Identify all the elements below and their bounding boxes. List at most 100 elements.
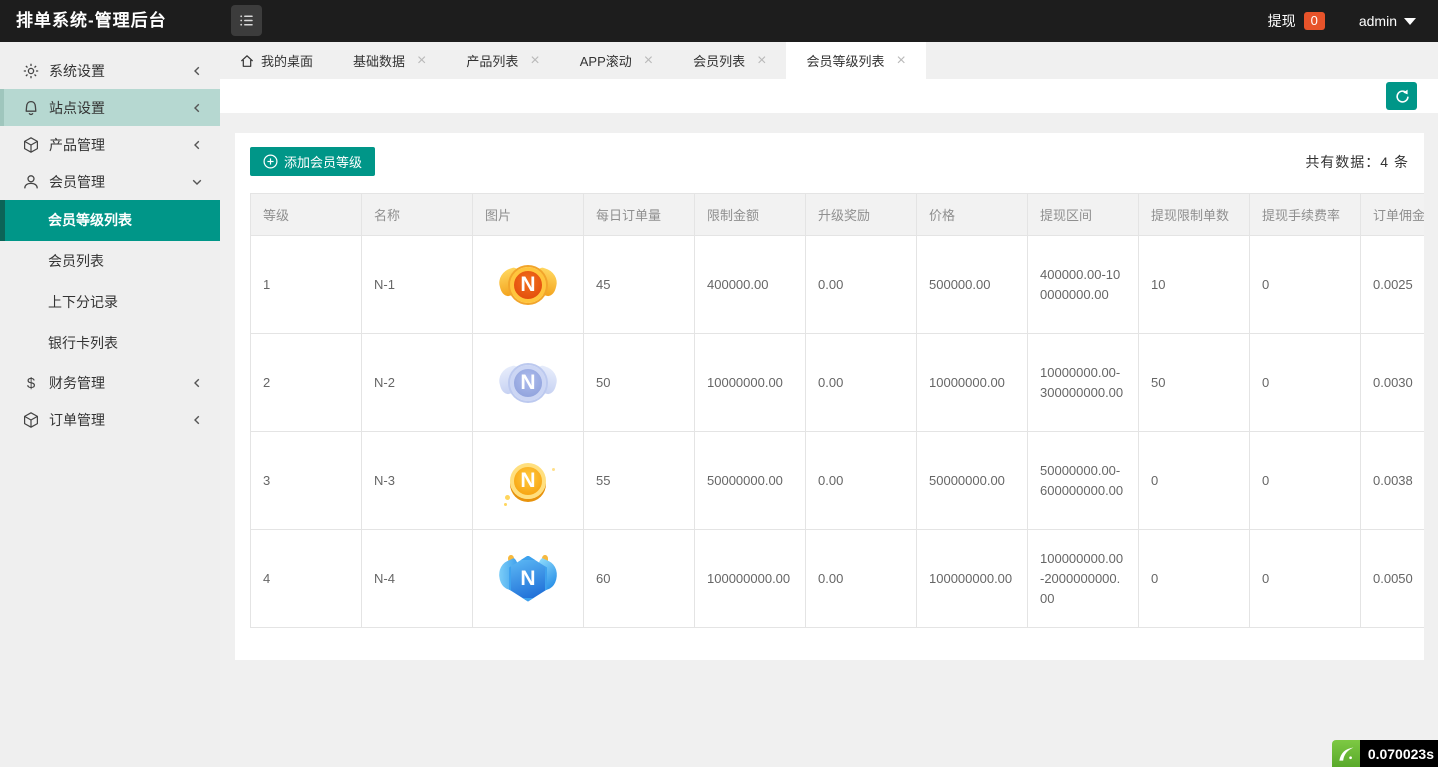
svg-text:$: $ [27,375,36,392]
add-member-level-label: 添加会员等级 [284,152,362,171]
cell-价格: 10000000.00 [917,334,1028,432]
cell-价格: 500000.00 [917,236,1028,334]
cell-提现限制单数: 0 [1139,530,1250,628]
chevron-down-icon [190,175,204,189]
cell-图片: N [473,334,584,432]
chevron-left-icon [190,138,204,152]
refresh-button[interactable] [1386,82,1417,110]
cell-限制金额: 100000000.00 [695,530,806,628]
badge-letter: N [510,365,546,401]
top-bar: 排单系统-管理后台 提现 0 admin [0,0,1438,42]
column-header-每日订单量: 每日订单量 [584,194,695,236]
cell-升级奖励: 0.00 [806,530,917,628]
card-header: 添加会员等级 共有数据：4 条 [235,133,1424,176]
level-badge-image: N [499,552,557,606]
debug-trace-bar: 0.070023s [1332,740,1438,767]
cell-价格: 50000000.00 [917,432,1028,530]
column-header-名称: 名称 [362,194,473,236]
sidebar-item-产品管理[interactable]: 产品管理 [0,126,220,163]
topbar-right: 提现 0 admin [1268,0,1416,42]
cell-提现手续费率: 0 [1250,432,1361,530]
column-header-订单佣金: 订单佣金 [1361,194,1425,236]
close-icon[interactable]: × [644,53,653,69]
sidebar-item-财务管理[interactable]: $财务管理 [0,364,220,401]
chevron-left-icon [190,101,204,115]
user-icon [22,173,40,191]
level-badge-image: N [499,258,557,312]
sidebar-item-站点设置[interactable]: 站点设置 [0,89,220,126]
member-level-table: 等级名称图片每日订单量限制金额升级奖励价格提现区间提现限制单数提现手续费率订单佣… [250,193,1424,628]
content-card: 添加会员等级 共有数据：4 条 等级名称图片每日订单量限制金额升级奖励价格提现区… [235,133,1424,660]
user-menu[interactable]: admin [1359,13,1397,29]
cell-提现限制单数: 50 [1139,334,1250,432]
cell-等级: 2 [251,334,362,432]
withdraw-count-badge[interactable]: 0 [1304,12,1325,30]
badge-letter: N [510,267,546,303]
withdraw-link[interactable]: 提现 [1268,11,1296,31]
sidebar-item-会员管理[interactable]: 会员管理 [0,163,220,200]
cell-限制金额: 50000000.00 [695,432,806,530]
add-member-level-button[interactable]: 添加会员等级 [250,147,375,176]
page-load-time: 0.070023s [1360,740,1438,767]
sidebar-item-label: 订单管理 [49,410,190,430]
tab-会员等级列表[interactable]: 会员等级列表 × [786,42,925,79]
tab-APP滚动[interactable]: APP滚动× [560,42,673,79]
tab-label: 会员等级列表 [806,51,884,70]
cell-升级奖励: 0.00 [806,432,917,530]
column-header-升级奖励: 升级奖励 [806,194,917,236]
sidebar-item-订单管理[interactable]: 订单管理 [0,401,220,438]
close-icon[interactable]: × [530,53,539,69]
submenu-item-会员等级列表[interactable]: 会员等级列表 [0,200,220,241]
table-scroll-area[interactable]: 等级名称图片每日订单量限制金额升级奖励价格提现区间提现限制单数提现手续费率订单佣… [250,193,1424,628]
cell-每日订单量: 60 [584,530,695,628]
tab-会员列表[interactable]: 会员列表× [673,42,786,79]
caret-down-icon[interactable] [1404,18,1416,25]
submenu-item-会员列表[interactable]: 会员列表 [0,241,220,282]
cell-每日订单量: 50 [584,334,695,432]
column-header-提现区间: 提现区间 [1028,194,1139,236]
table-row: 4N-4N60100000000.000.00100000000.0010000… [251,530,1425,628]
sidebar-toggle-button[interactable] [231,5,262,36]
cell-升级奖励: 0.00 [806,334,917,432]
cell-图片: N [473,236,584,334]
sidebar-item-label: 产品管理 [49,135,190,155]
cell-名称: N-4 [362,530,473,628]
cell-提现区间: 50000000.00-600000000.00 [1028,432,1139,530]
submenu-item-银行卡列表[interactable]: 银行卡列表 [0,323,220,364]
cell-价格: 100000000.00 [917,530,1028,628]
refresh-icon [1394,88,1410,104]
cell-每日订单量: 55 [584,432,695,530]
tab-label: 我的桌面 [261,51,313,70]
submenu-会员管理: 会员等级列表会员列表上下分记录银行卡列表 [0,200,220,364]
cell-订单佣金: 0.0025 [1361,236,1425,334]
cell-图片: N [473,432,584,530]
chevron-left-icon [190,64,204,78]
cell-名称: N-2 [362,334,473,432]
thinkphp-logo-icon[interactable] [1332,740,1360,767]
sidebar-item-系统设置[interactable]: 系统设置 [0,52,220,89]
home-icon [240,54,254,68]
cell-名称: N-1 [362,236,473,334]
column-header-价格: 价格 [917,194,1028,236]
close-icon[interactable]: × [757,53,766,69]
tab-我的桌面[interactable]: 我的桌面 [220,42,333,79]
tab-label: 基础数据 [353,51,405,70]
column-header-图片: 图片 [473,194,584,236]
table-row: 1N-1N45400000.000.00500000.00400000.00-1… [251,236,1425,334]
cell-限制金额: 400000.00 [695,236,806,334]
cell-订单佣金: 0.0030 [1361,334,1425,432]
cell-升级奖励: 0.00 [806,236,917,334]
submenu-item-上下分记录[interactable]: 上下分记录 [0,282,220,323]
tab-产品列表[interactable]: 产品列表× [446,42,559,79]
column-header-限制金额: 限制金额 [695,194,806,236]
app-title: 排单系统-管理后台 [16,0,167,42]
chevron-left-icon [190,376,204,390]
sidebar: 系统设置站点设置产品管理会员管理会员等级列表会员列表上下分记录银行卡列表$财务管… [0,42,220,767]
cell-提现手续费率: 0 [1250,530,1361,628]
level-badge-image: N [499,356,557,410]
close-icon[interactable]: × [417,53,426,69]
cell-提现区间: 400000.00-100000000.00 [1028,236,1139,334]
tab-基础数据[interactable]: 基础数据 × [333,42,446,79]
table-row: 3N-3N5550000000.000.0050000000.005000000… [251,432,1425,530]
close-icon[interactable]: × [896,53,905,69]
